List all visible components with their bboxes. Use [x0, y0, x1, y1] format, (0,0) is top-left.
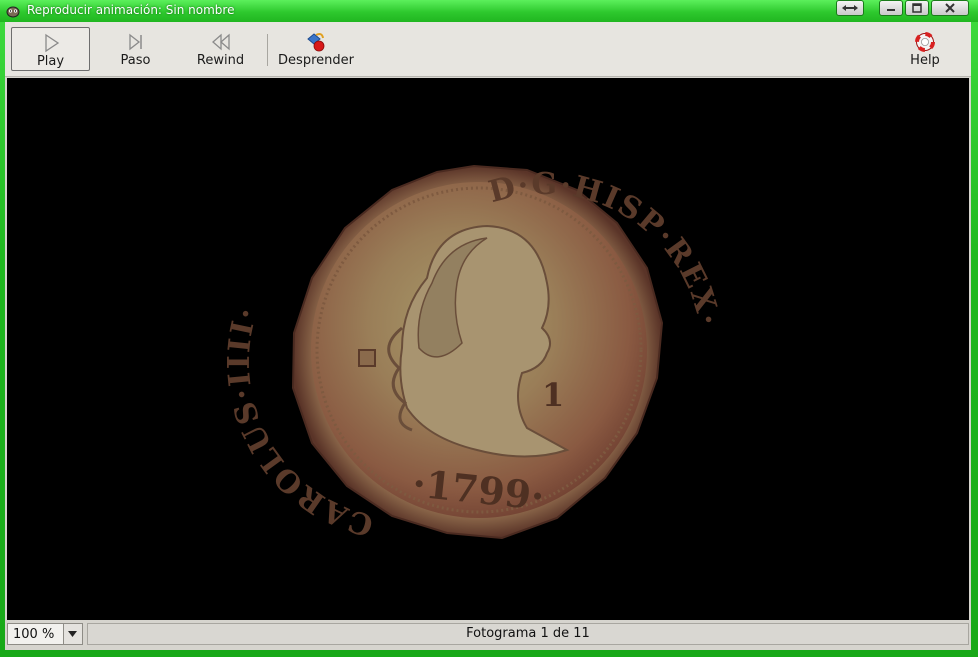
minimize-button[interactable]	[879, 0, 903, 16]
detach-label: Desprender	[278, 53, 354, 68]
dropdown-arrow-icon	[68, 631, 77, 637]
step-button[interactable]: Paso	[96, 27, 175, 71]
step-icon	[128, 33, 142, 51]
maximize-button[interactable]	[905, 0, 929, 16]
status-bar: 100 % Fotograma 1 de 11	[5, 620, 971, 650]
play-icon	[44, 33, 59, 53]
play-label: Play	[36, 54, 65, 69]
coin-image: CAROLUS·IIII· D·G·HISP·REX· 1 ·1799·	[222, 164, 724, 542]
detach-icon	[307, 33, 325, 52]
rewind-label: Rewind	[196, 53, 245, 68]
toolbar-separator	[267, 34, 268, 66]
close-icon	[945, 3, 955, 13]
detach-button[interactable]: Desprender	[275, 27, 357, 71]
rewind-icon	[211, 33, 230, 51]
help-button[interactable]: Help	[895, 27, 955, 71]
title-bar[interactable]: Reproducir animación: Sin nombre	[0, 0, 978, 22]
animation-preview: CAROLUS·IIII· D·G·HISP·REX· 1 ·1799·	[7, 78, 969, 620]
zoom-dropdown-button[interactable]	[63, 624, 82, 644]
play-button[interactable]: Play	[11, 27, 90, 71]
frame-counter-text: Fotograma 1 de 11	[466, 626, 590, 641]
window-client-area: Play Paso Rewind Desprender Help CAROLUS…	[5, 22, 971, 650]
minimize-icon	[887, 9, 895, 11]
help-icon	[915, 32, 935, 52]
maximize-icon	[912, 3, 922, 13]
help-label: Help	[910, 53, 940, 68]
frame-indicator: Fotograma 1 de 11	[87, 623, 969, 645]
window-title: Reproducir animación: Sin nombre	[27, 3, 235, 17]
step-label: Paso	[120, 53, 151, 68]
zoom-value: 100 %	[13, 627, 55, 642]
rewind-button[interactable]: Rewind	[181, 27, 260, 71]
toolbar: Play Paso Rewind Desprender Help	[5, 22, 971, 77]
close-button[interactable]	[931, 0, 969, 16]
coin-value-mark: 1	[542, 376, 564, 414]
zoom-select[interactable]: 100 %	[7, 623, 83, 645]
app-icon	[6, 6, 20, 18]
resize-button[interactable]	[836, 0, 864, 16]
coin-castle-mark	[358, 349, 376, 367]
resize-icon	[842, 5, 858, 11]
